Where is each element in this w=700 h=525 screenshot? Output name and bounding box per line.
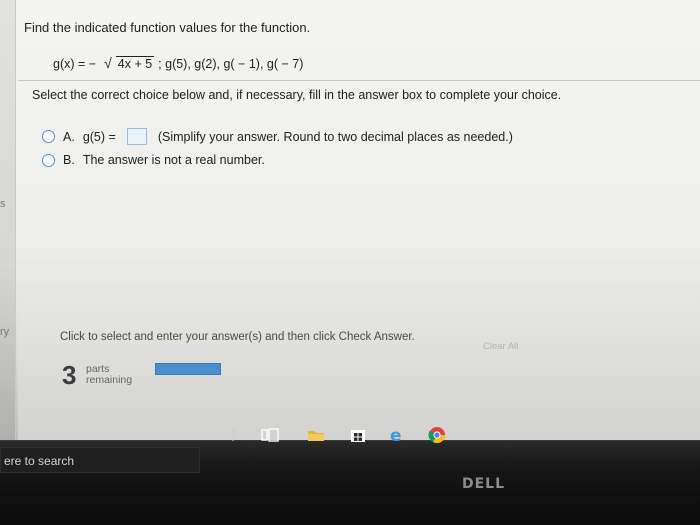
edge-browser-icon[interactable]: e <box>386 425 408 445</box>
help-text: Click to select and enter your answer(s)… <box>60 331 415 343</box>
question-panel: Find the indicated function values for t… <box>18 0 700 440</box>
function-radicand: 4x + 5 <box>115 56 155 71</box>
function-prefix: g(x) = − <box>53 57 97 71</box>
clear-all-button[interactable]: Clear All <box>483 341 518 352</box>
parts-remaining-count: 3 <box>62 360 77 390</box>
file-explorer-icon[interactable] <box>305 425 327 445</box>
store-icon[interactable] <box>347 425 369 445</box>
answer-input[interactable] <box>126 128 147 145</box>
choice-a-hint: (Simplify your answer. Round to two deci… <box>157 129 513 144</box>
instruction-text: Select the correct choice below and, if … <box>32 88 562 102</box>
left-sidebar-strip: s ry <box>0 0 16 440</box>
parts-remaining-label: parts remaining <box>86 364 132 386</box>
taskbar-search-text[interactable]: ere to search <box>4 454 74 468</box>
check-answer-button[interactable] <box>155 363 221 375</box>
choice-a[interactable]: A. g(5) = (Simplify your answer. Round t… <box>42 128 513 145</box>
choice-b[interactable]: B. The answer is not a real number. <box>42 153 265 167</box>
choice-b-text: The answer is not a real number. <box>82 153 265 167</box>
choice-a-text-before: g(5) = <box>82 129 116 144</box>
microphone-icon[interactable] <box>222 425 244 445</box>
monitor-bezel <box>0 474 700 525</box>
monitor-screen: s ry Find the indicated function values … <box>0 0 700 440</box>
requested-values: ; g(5), g(2), g( − 1), g( − 7) <box>158 57 304 71</box>
choice-a-letter: A. <box>63 129 75 144</box>
sidebar-label-s: s <box>0 198 6 210</box>
remaining-label: remaining <box>86 374 133 386</box>
chrome-browser-icon[interactable] <box>426 425 448 445</box>
choice-a-radio[interactable] <box>42 130 55 143</box>
section-divider <box>18 80 700 81</box>
function-definition: g(x) = − √ 4x + 5 ; g(5), g(2), g( − 1),… <box>53 55 303 71</box>
svg-text:e: e <box>390 426 402 444</box>
choice-b-radio[interactable] <box>42 153 55 167</box>
sidebar-label-ry: ry <box>0 326 10 338</box>
square-root-icon: √ <box>104 55 112 71</box>
question-title: Find the indicated function values for t… <box>24 20 311 35</box>
choice-b-letter: B. <box>63 153 75 167</box>
dell-logo: DELL <box>462 476 506 492</box>
task-view-icon[interactable] <box>259 425 281 445</box>
